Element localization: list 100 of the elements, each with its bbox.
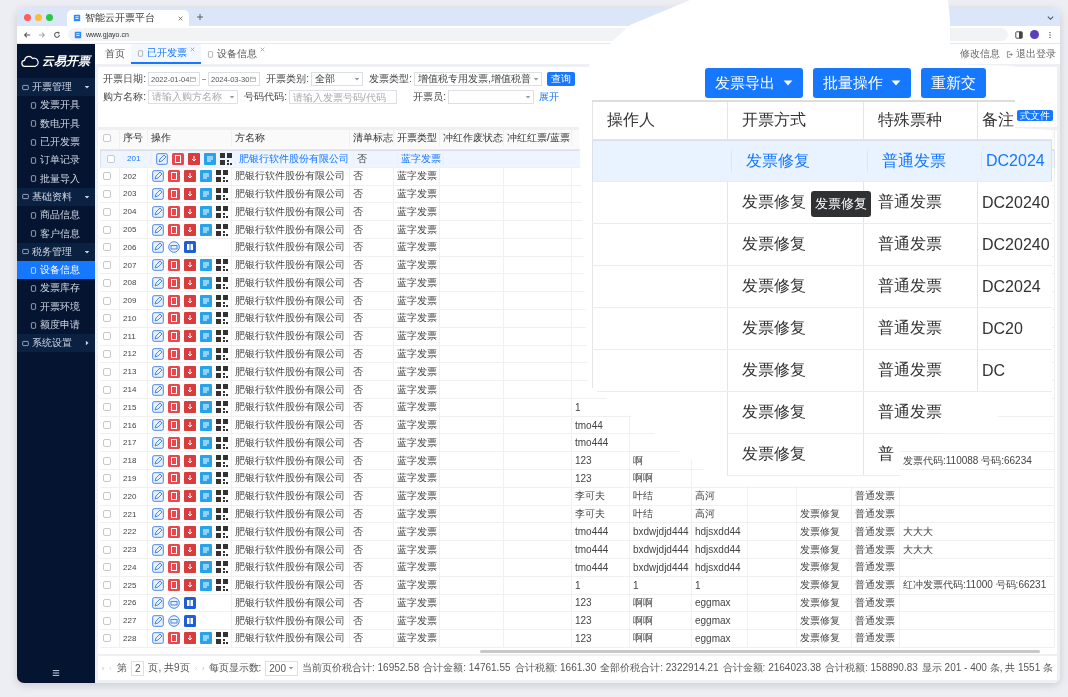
edit-icon[interactable]	[152, 383, 164, 396]
table-row[interactable]: 发票修复 普	[727, 434, 900, 476]
menu-item[interactable]: 开票环境	[17, 297, 95, 316]
edit-icon[interactable]	[152, 419, 164, 432]
avatar[interactable]	[1030, 30, 1039, 39]
edit-icon[interactable]	[152, 276, 164, 289]
checkbox[interactable]	[103, 172, 111, 181]
download-icon[interactable]	[184, 276, 196, 289]
dropdown-button[interactable]: 发票导出	[705, 68, 803, 98]
menu-item[interactable]: 已开发票	[17, 132, 95, 152]
checkbox[interactable]	[103, 207, 111, 216]
table-row[interactable]: 发票修复 普通发票 DC2024	[592, 266, 1052, 308]
file-button[interactable]: 式文件	[1017, 109, 1053, 121]
checkbox[interactable]	[103, 545, 111, 554]
qr-code-icon[interactable]	[216, 508, 228, 520]
document-icon[interactable]	[172, 152, 184, 165]
page-tab[interactable]: 设备信息	[201, 44, 271, 64]
document-icon[interactable]	[168, 294, 180, 307]
menu-group[interactable]: 系统设置	[17, 334, 95, 353]
document-icon[interactable]	[168, 205, 180, 218]
checkbox[interactable]	[103, 598, 111, 607]
table-row[interactable]: 发票修复 普通发票 DC	[592, 350, 1052, 392]
book-icon[interactable]	[184, 241, 196, 254]
menu-item[interactable]: 批量导入	[17, 169, 95, 188]
download-icon[interactable]	[184, 561, 196, 574]
document-icon[interactable]	[168, 525, 180, 538]
checkbox[interactable]	[103, 243, 111, 252]
download-icon[interactable]	[184, 187, 196, 200]
checkbox[interactable]	[103, 438, 111, 447]
download-icon[interactable]	[184, 365, 196, 378]
document-icon[interactable]	[168, 383, 180, 396]
close-icon[interactable]	[190, 47, 195, 52]
document-icon[interactable]	[168, 347, 180, 360]
edit-icon[interactable]	[152, 294, 164, 307]
sidebar-icon[interactable]	[1015, 30, 1023, 39]
checkbox[interactable]	[103, 456, 111, 465]
qr-code-icon[interactable]	[216, 543, 228, 556]
back-icon[interactable]	[23, 30, 31, 39]
qr-code-icon[interactable]	[216, 579, 228, 592]
qr-code-icon[interactable]	[216, 312, 228, 325]
input-field[interactable]: 请输入发票号码/代码	[289, 90, 397, 104]
download-icon[interactable]	[184, 419, 196, 432]
document-icon[interactable]	[168, 276, 180, 289]
download-icon[interactable]	[184, 205, 196, 218]
document-icon[interactable]	[168, 187, 180, 200]
document-icon[interactable]	[168, 401, 180, 414]
qr-code-icon[interactable]	[216, 294, 228, 307]
edit-icon[interactable]	[152, 472, 164, 485]
qr-code-icon[interactable]	[216, 223, 228, 236]
menu-item[interactable]: 发票库存	[17, 279, 95, 298]
document-icon[interactable]	[168, 454, 180, 467]
qr-code-icon[interactable]	[216, 436, 228, 449]
download-icon[interactable]	[184, 525, 196, 538]
checkbox[interactable]	[103, 474, 111, 483]
table-row[interactable]: 发票修复 普通发票 DC20240	[592, 224, 1052, 266]
edit-icon[interactable]	[152, 596, 164, 609]
qr-code-icon[interactable]	[216, 472, 228, 485]
document-icon[interactable]	[168, 223, 180, 236]
checkbox[interactable]	[103, 421, 111, 430]
dropdown-button[interactable]: 重新交	[921, 68, 986, 98]
checkbox[interactable]	[103, 314, 111, 323]
checkbox[interactable]	[103, 367, 111, 376]
edit-icon[interactable]	[152, 525, 164, 538]
menu-group[interactable]: 基础资料	[17, 187, 95, 207]
qr-code-icon[interactable]	[216, 525, 228, 538]
qr-code-icon[interactable]	[220, 152, 232, 165]
download-icon[interactable]	[184, 223, 196, 236]
page-tab[interactable]: 首页	[99, 44, 131, 64]
checkbox[interactable]	[107, 154, 115, 163]
document-icon[interactable]	[168, 632, 180, 645]
edit-icon[interactable]	[152, 543, 164, 556]
new-tab-icon[interactable]	[197, 14, 203, 20]
scrollbar[interactable]	[480, 649, 1040, 653]
document-icon[interactable]	[168, 436, 180, 449]
checkbox[interactable]	[103, 278, 111, 287]
checkbox[interactable]	[103, 581, 111, 590]
document-icon[interactable]	[168, 259, 180, 272]
checkbox[interactable]	[103, 563, 111, 572]
edit-icon[interactable]	[152, 241, 164, 254]
printer-icon[interactable]	[168, 241, 180, 254]
download-icon[interactable]	[184, 330, 196, 343]
menu-item[interactable]: 商品信息	[17, 206, 95, 225]
table-row[interactable]: 发票修复 普通发票 DC2024	[592, 140, 1052, 182]
download-icon[interactable]	[184, 383, 196, 396]
document-icon[interactable]	[168, 365, 180, 378]
document-icon[interactable]	[168, 330, 180, 343]
menu-item[interactable]: 订单记录	[17, 151, 95, 170]
edit-icon[interactable]	[152, 454, 164, 467]
book-icon[interactable]	[184, 596, 196, 609]
edit-info-link[interactable]: 修改信息	[960, 47, 1000, 61]
checkbox[interactable]	[103, 616, 111, 625]
download-icon[interactable]	[184, 472, 196, 485]
expand-link[interactable]: 展开	[539, 90, 559, 104]
document-icon[interactable]	[168, 579, 180, 592]
download-icon[interactable]	[184, 436, 196, 449]
edit-icon[interactable]	[152, 614, 164, 627]
menu-item[interactable]: 客户信息	[17, 224, 95, 243]
page-field[interactable]: 2	[130, 660, 145, 676]
checkbox[interactable]	[103, 510, 111, 518]
table-row[interactable]: 发票修复 普通发票	[727, 392, 977, 434]
